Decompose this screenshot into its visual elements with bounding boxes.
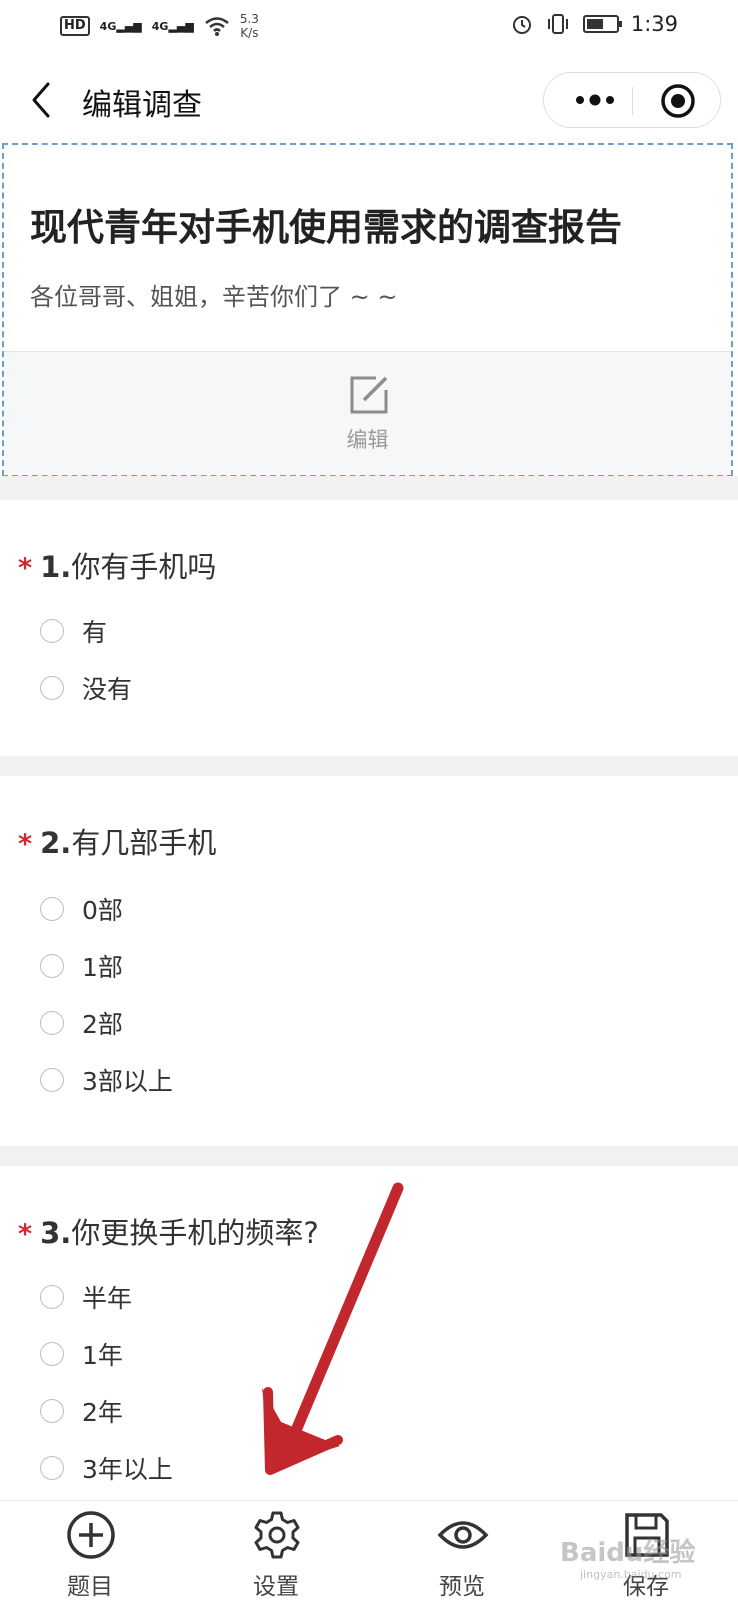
capsule-divider: [632, 87, 633, 115]
option-label: 有: [82, 618, 108, 647]
question-title: * 3.你更换手机的频率?: [18, 1210, 319, 1252]
radio-button[interactable]: [40, 1456, 64, 1480]
eye-icon: [437, 1521, 489, 1549]
survey-title: 现代青年对手机使用需求的调查报告: [30, 206, 622, 249]
tab-label: 题目: [67, 1574, 113, 1600]
mini-program-capsule: [543, 72, 721, 128]
radio-option[interactable]: 半年: [40, 1279, 132, 1315]
section-gap: [0, 756, 738, 776]
signal-icon: 4G▂▄▆: [151, 19, 194, 33]
option-label: 3部以上: [82, 1067, 173, 1096]
question-text: 你有手机吗: [71, 550, 217, 584]
edit-label: 编辑: [346, 428, 389, 452]
radio-option[interactable]: 0部: [40, 891, 123, 927]
plus-circle-icon: [67, 1511, 115, 1559]
required-mark: *: [18, 1219, 33, 1250]
question-title: * 1.你有手机吗: [18, 544, 216, 586]
signal-icon: 4G▂▄▆: [99, 19, 142, 33]
survey-description: 各位哥哥、姐姐，辛苦你们了 ~ ~: [30, 283, 398, 311]
question-number: 2.: [40, 826, 72, 860]
question-title: * 2.有几部手机: [18, 820, 216, 862]
status-bar: HD 4G▂▄▆ 4G▂▄▆ 5.3 K/s 1:39: [0, 0, 738, 56]
radio-option[interactable]: 没有: [40, 670, 132, 706]
network-speed: 5.3 K/s: [239, 12, 259, 40]
target-circle-icon[interactable]: [660, 83, 696, 119]
required-mark: *: [18, 553, 33, 584]
radio-button[interactable]: [40, 1068, 64, 1092]
more-dots-icon[interactable]: [570, 85, 620, 115]
question-card: * 2.有几部手机 0部 1部 2部 3部以上: [0, 776, 738, 1146]
edit-icon: [350, 376, 388, 414]
question-number: 3.: [40, 1216, 72, 1250]
option-label: 1部: [82, 953, 123, 982]
page-title: 编辑调查: [82, 88, 202, 123]
clock-time: 1:39: [630, 12, 678, 36]
survey-header-card[interactable]: 现代青年对手机使用需求的调查报告 各位哥哥、姐姐，辛苦你们了 ~ ~ 编辑: [2, 143, 733, 476]
question-text: 有几部手机: [71, 826, 217, 860]
option-label: 2部: [82, 1010, 123, 1039]
question-card: * 3.你更换手机的频率? 半年 1年 2年 3年以上: [0, 1166, 738, 1500]
baidu-watermark-url: jingyan.baidu.com: [580, 1568, 682, 1581]
alarm-icon: [512, 16, 531, 34]
required-mark: *: [18, 829, 33, 860]
radio-button[interactable]: [40, 897, 64, 921]
vibrate-icon: [547, 14, 568, 34]
radio-button[interactable]: [40, 1011, 64, 1035]
tab-label: 设置: [253, 1574, 299, 1600]
nav-bar: 编辑调查: [0, 56, 738, 144]
radio-option[interactable]: 2年: [40, 1393, 123, 1429]
radio-option[interactable]: 2部: [40, 1005, 123, 1041]
radio-option[interactable]: 3部以上: [40, 1062, 173, 1098]
tab-label: 预览: [439, 1574, 485, 1600]
radio-button[interactable]: [40, 954, 64, 978]
baidu-watermark: Baidu经验: [560, 1538, 696, 1568]
radio-option[interactable]: 3年以上: [40, 1450, 173, 1486]
option-label: 半年: [82, 1284, 133, 1313]
radio-option[interactable]: 有: [40, 613, 107, 649]
tab-settings[interactable]: 设置: [206, 1501, 346, 1601]
radio-button[interactable]: [40, 1342, 64, 1366]
option-label: 3年以上: [82, 1455, 173, 1484]
tab-questions[interactable]: 题目: [20, 1501, 160, 1601]
option-label: 0部: [82, 896, 123, 925]
edit-header-button[interactable]: 编辑: [4, 351, 731, 475]
option-label: 2年: [82, 1398, 123, 1427]
option-label: 没有: [82, 675, 133, 704]
section-gap: [0, 1146, 738, 1166]
hd-badge: HD: [60, 16, 90, 36]
question-card: * 1.你有手机吗 有 没有: [0, 500, 738, 756]
radio-option[interactable]: 1部: [40, 948, 123, 984]
wifi-icon: [205, 17, 229, 36]
section-gap: [0, 476, 738, 500]
option-label: 1年: [82, 1341, 123, 1370]
question-text: 你更换手机的频率?: [71, 1216, 319, 1250]
tab-preview[interactable]: 预览: [392, 1501, 532, 1601]
radio-option[interactable]: 1年: [40, 1336, 123, 1372]
battery-icon: [582, 15, 622, 33]
radio-button[interactable]: [40, 619, 64, 643]
radio-button[interactable]: [40, 1399, 64, 1423]
chevron-left-icon[interactable]: [28, 78, 68, 122]
gear-icon: [254, 1511, 300, 1559]
question-number: 1.: [40, 550, 72, 584]
radio-button[interactable]: [40, 1285, 64, 1309]
radio-button[interactable]: [40, 676, 64, 700]
